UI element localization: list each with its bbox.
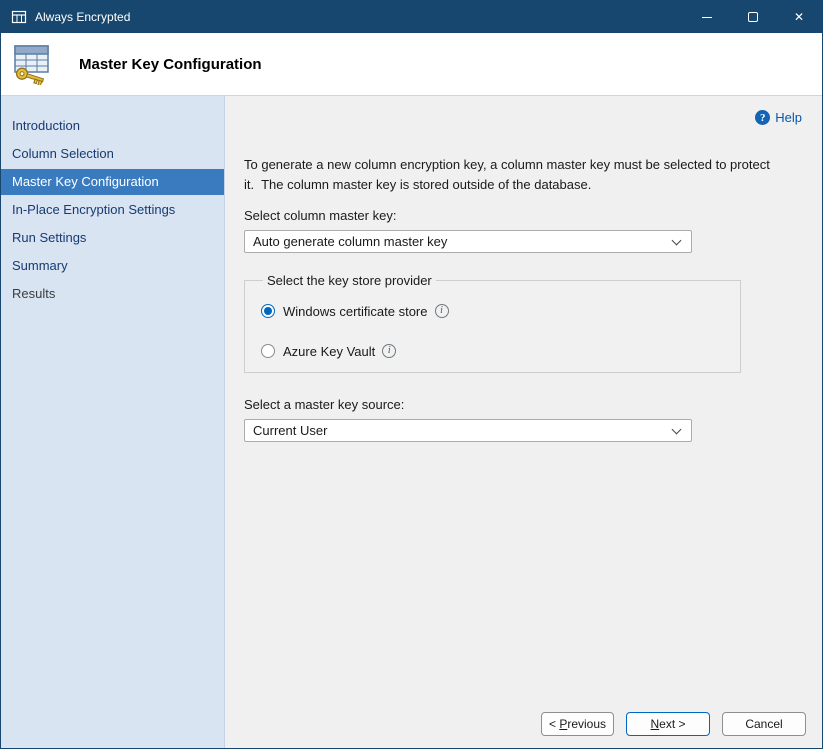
info-icon[interactable]: i [382, 344, 396, 358]
sidebar-item-master-key-configuration[interactable]: Master Key Configuration [1, 169, 224, 195]
wizard-header: Master Key Configuration [1, 33, 822, 96]
sidebar-item-summary[interactable]: Summary [1, 253, 224, 279]
previous-button[interactable]: < Previous [541, 712, 614, 736]
sidebar-item-results[interactable]: Results [1, 281, 224, 307]
cancel-button[interactable]: Cancel [722, 712, 806, 736]
master-key-source-dropdown[interactable]: Current User [244, 419, 692, 442]
azure-key-vault-label: Azure Key Vault [283, 344, 375, 359]
sidebar-item-column-selection[interactable]: Column Selection [1, 141, 224, 167]
app-icon [11, 9, 27, 25]
windows-certificate-store-option[interactable]: Windows certificate store i [261, 302, 728, 320]
always-encrypted-wizard-window: Always Encrypted ✕ [0, 0, 823, 749]
maximize-button[interactable] [730, 1, 776, 33]
help-label: Help [775, 110, 802, 125]
azure-key-vault-radio[interactable] [261, 344, 275, 358]
chevron-down-icon [672, 236, 682, 246]
next-button[interactable]: Next > [626, 712, 710, 736]
help-icon: ? [755, 110, 770, 125]
key-store-provider-group-label: Select the key store provider [263, 273, 436, 288]
sidebar-item-introduction[interactable]: Introduction [1, 113, 224, 139]
column-master-key-label: Select column master key: [244, 208, 802, 223]
sidebar-item-run-settings[interactable]: Run Settings [1, 225, 224, 251]
info-icon[interactable]: i [435, 304, 449, 318]
master-key-configuration-page: ? Help To generate a new column encrypti… [225, 96, 822, 700]
intro-text: To generate a new column encryption key,… [244, 155, 802, 194]
table-key-icon [11, 43, 55, 85]
cancel-button-label: Cancel [745, 717, 782, 731]
help-link[interactable]: ? Help [244, 110, 802, 125]
next-button-label: Next > [650, 717, 685, 731]
master-key-source-value: Current User [253, 423, 327, 438]
previous-button-label: < Previous [549, 717, 606, 731]
minimize-icon [702, 17, 712, 18]
wizard-steps-sidebar: Introduction Column Selection Master Key… [1, 96, 225, 748]
wizard-footer: < Previous Next > Cancel [225, 700, 822, 748]
azure-key-vault-option[interactable]: Azure Key Vault i [261, 342, 728, 360]
window-title: Always Encrypted [35, 10, 130, 24]
key-store-provider-group: Select the key store provider Windows ce… [244, 273, 741, 373]
maximize-icon [748, 12, 758, 22]
close-icon: ✕ [794, 10, 804, 24]
close-button[interactable]: ✕ [776, 1, 822, 33]
windows-certificate-store-label: Windows certificate store [283, 304, 428, 319]
column-master-key-value: Auto generate column master key [253, 234, 447, 249]
chevron-down-icon [672, 425, 682, 435]
page-title: Master Key Configuration [79, 56, 262, 73]
minimize-button[interactable] [684, 1, 730, 33]
title-bar: Always Encrypted ✕ [1, 1, 822, 33]
sidebar-item-in-place-encryption-settings[interactable]: In-Place Encryption Settings [1, 197, 224, 223]
windows-certificate-store-radio[interactable] [261, 304, 275, 318]
column-master-key-dropdown[interactable]: Auto generate column master key [244, 230, 692, 253]
window-controls: ✕ [684, 1, 822, 33]
master-key-source-label: Select a master key source: [244, 397, 802, 412]
